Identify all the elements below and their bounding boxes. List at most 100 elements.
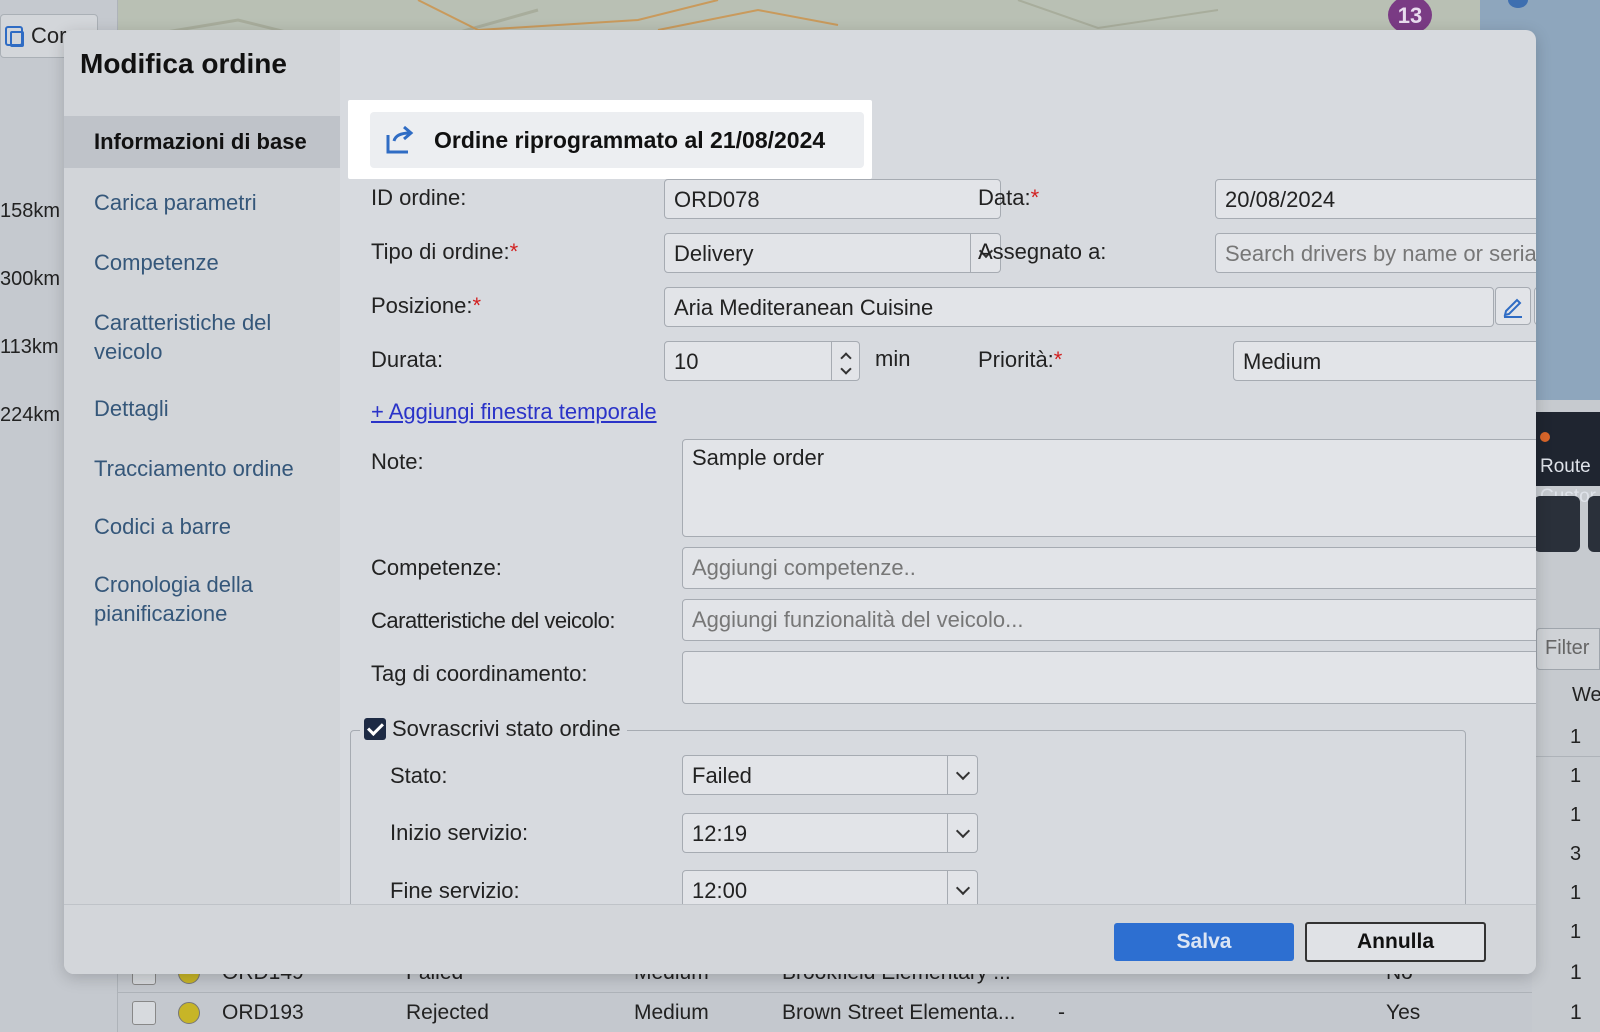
dialog-title: Modifica ordine [80, 48, 287, 79]
priority-label-text: Priorità: [978, 347, 1054, 372]
position-field[interactable]: Aria Mediteranean Cuisine [664, 287, 1494, 327]
rescheduled-banner: Ordine riprogrammato al 21/08/2024 [370, 112, 864, 168]
order-status: Rejected [406, 1001, 489, 1024]
date-label-text: Data: [978, 185, 1031, 210]
stepper-arrows-icon[interactable] [831, 342, 859, 380]
priority-label: Priorità:* [978, 347, 1062, 373]
nav-item-barcodes[interactable]: Codici a barre [64, 512, 340, 541]
override-status-label: Sovrascrivi stato ordine [392, 716, 621, 741]
date-label: Data:* [978, 185, 1039, 211]
required-mark: * [509, 239, 519, 264]
edit-order-dialog: Informazioni di base Carica parametri Co… [64, 30, 1536, 974]
priority-select[interactable]: Medium [1233, 341, 1536, 381]
required-mark: * [472, 293, 482, 318]
override-status-checkbox[interactable] [364, 718, 386, 740]
column-value: 1 [1570, 961, 1582, 984]
duration-value: 10 [674, 349, 699, 374]
status-select[interactable]: Failed [682, 755, 978, 795]
position-label-text: Posizione: [371, 293, 473, 318]
basic-info-form: Ordine riprogrammato al 21/08/2024 ID or… [340, 30, 1536, 904]
duration-label: Durata: [371, 347, 444, 372]
notes-textarea[interactable]: Sample order [682, 439, 1536, 537]
order-dash: - [1058, 1001, 1065, 1024]
nav-item-planning-history[interactable]: Cronologia della pianificazione [64, 570, 264, 628]
column-value: 1 [1570, 765, 1582, 787]
priority-value: Medium [1243, 349, 1322, 374]
filter-input[interactable]: Filter [1536, 628, 1600, 670]
route-distance: 113km [0, 336, 59, 358]
route-color-dot [1540, 432, 1550, 442]
order-type-label: Tipo di ordine:* [371, 239, 518, 265]
nav-item-details[interactable]: Dettagli [64, 394, 340, 423]
date-value: 20/08/2024 [1225, 187, 1336, 212]
nav-item-load-params[interactable]: Carica parametri [64, 188, 340, 217]
row-checkbox[interactable] [132, 1001, 156, 1025]
service-end-label: Fine servizio: [390, 878, 520, 903]
status-dot [178, 1002, 200, 1024]
route-legend-label: Route [1540, 456, 1591, 477]
edit-position-button[interactable] [1495, 287, 1531, 325]
nav-item-basic-info[interactable]: Informazioni di base [64, 116, 340, 168]
column-value: 1 [1570, 726, 1582, 748]
order-flag: Yes [1386, 1001, 1421, 1024]
status-value: Failed [692, 763, 752, 788]
service-start-select[interactable]: 12:19 [682, 813, 978, 853]
column-value: 1 [1570, 1001, 1582, 1024]
pencil-icon [1503, 298, 1522, 318]
order-type-value: Delivery [674, 241, 754, 266]
notes-label: Note: [371, 449, 424, 474]
vehicle-features-placeholder: Aggiungi funzionalità del veicolo... [692, 607, 1024, 632]
status-label: Stato: [390, 763, 448, 788]
coordination-tag-label: Tag di coordinamento: [371, 661, 588, 686]
add-position-button[interactable]: + [1534, 287, 1536, 325]
order-id-field[interactable]: ORD078 [664, 179, 1001, 219]
copy-button-label: Cor [31, 23, 67, 48]
pin-star-button[interactable] [1534, 496, 1580, 552]
vehicle-features-select[interactable]: Aggiungi funzionalità del veicolo... [682, 599, 1536, 641]
order-type-label-text: Tipo di ordine: [371, 239, 510, 264]
route-distance: 300km [0, 268, 61, 290]
assigned-driver-select[interactable]: Search drivers by name or serial [1215, 233, 1536, 273]
rescheduled-banner-text: Ordine riprogrammato al 21/08/2024 [434, 126, 826, 153]
dialog-footer: Salva Annulla [64, 904, 1536, 974]
coordination-tag-input[interactable] [682, 651, 1536, 704]
required-mark: * [1030, 185, 1040, 210]
required-mark: * [1053, 347, 1063, 372]
service-end-value: 12:00 [692, 878, 748, 903]
vehicle-features-label: Caratteristiche del veicolo: [371, 608, 616, 633]
cancel-button[interactable]: Annulla [1305, 922, 1486, 962]
save-button[interactable]: Salva [1114, 923, 1294, 961]
add-time-window-link[interactable]: + Aggiungi finestra temporale [371, 399, 657, 425]
reschedule-arrow-icon [386, 125, 414, 154]
nav-item-vehicle-features[interactable]: Caratteristiche del veicolo [64, 308, 304, 366]
nav-item-order-tracking[interactable]: Tracciamento ordine [64, 454, 340, 483]
skills-select[interactable]: Aggiungi competenze.. [682, 547, 1536, 589]
chevron-down-icon [947, 814, 977, 852]
route-distance: 224km [0, 404, 61, 426]
dialog-nav: Informazioni di base Carica parametri Co… [64, 30, 340, 904]
assigned-label: Assegnato a: [978, 239, 1107, 264]
table-row[interactable]: ORD193 Rejected Medium Brown Street Elem… [118, 992, 1582, 1032]
service-start-label: Inizio servizio: [390, 820, 529, 845]
duration-stepper[interactable]: 10 [664, 341, 860, 381]
override-status-toggle[interactable]: Sovrascrivi stato ordine [360, 716, 627, 742]
skills-placeholder: Aggiungi competenze.. [692, 555, 916, 580]
order-location: Brown Street Elementa... [782, 1001, 1016, 1024]
order-id: ORD193 [222, 1001, 304, 1024]
date-field[interactable]: 20/08/2024 [1215, 179, 1536, 219]
column-value: 1 [1570, 921, 1582, 943]
duration-unit: min [875, 346, 911, 371]
order-priority: Medium [634, 1001, 709, 1024]
service-end-select[interactable]: 12:00 [682, 870, 978, 904]
column-value: 1 [1570, 804, 1582, 826]
assigned-driver-placeholder: Search drivers by name or serial [1225, 241, 1536, 266]
chevron-down-icon [947, 871, 977, 904]
nav-item-skills[interactable]: Competenze [64, 248, 340, 277]
route-legend[interactable]: Route Custor [1532, 412, 1600, 507]
column-header[interactable]: We [1572, 684, 1600, 707]
side-action-button[interactable] [1588, 496, 1600, 552]
copy-icon [5, 26, 24, 47]
order-type-select[interactable]: Delivery [664, 233, 1001, 273]
service-start-value: 12:19 [692, 821, 748, 846]
skills-label: Competenze: [371, 555, 502, 580]
